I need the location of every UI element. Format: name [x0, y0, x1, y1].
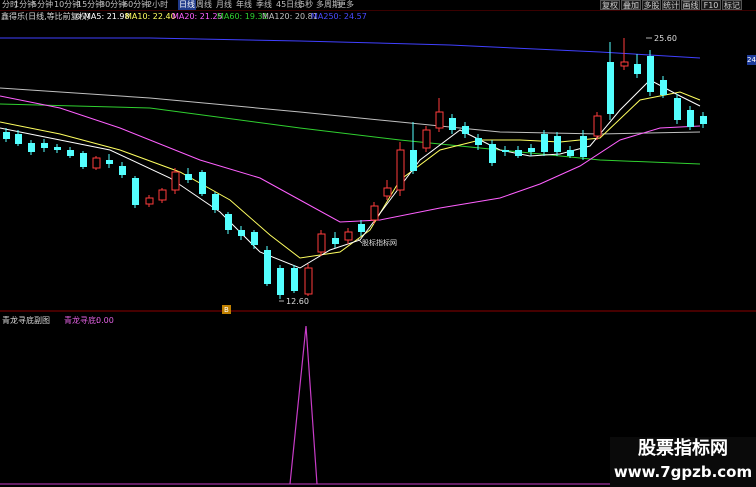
- candle-body: [410, 150, 417, 171]
- candle-body: [158, 189, 167, 201]
- candle-body: [567, 150, 574, 156]
- candle-body: [332, 238, 339, 244]
- candle-body: [264, 250, 271, 284]
- indicator-value: 0.00: [96, 316, 114, 325]
- candle-body: [132, 178, 139, 205]
- sub-panel-title: 青龙寻底副图: [2, 316, 50, 325]
- candle-body: [607, 62, 614, 114]
- candle-body: [304, 267, 313, 295]
- candle-body: [145, 197, 154, 205]
- candle-body: [106, 160, 113, 164]
- candle-body: [449, 118, 456, 130]
- candle-body: [54, 147, 61, 150]
- buy-signal-marker: B: [222, 305, 231, 314]
- candle-body: [15, 134, 22, 144]
- candle-body: [462, 126, 469, 134]
- candle-body: [634, 64, 641, 74]
- candle-body: [344, 231, 353, 241]
- candle-body: [291, 268, 298, 291]
- svg-text:股标指标网: 股标指标网: [362, 238, 397, 247]
- candle-body: [475, 138, 482, 145]
- price-tag: 24: [747, 55, 756, 65]
- ma250-line: [0, 37, 701, 59]
- watermark-url: www.7gpzb.com: [613, 463, 753, 481]
- candle-body: [119, 166, 126, 175]
- candle-body: [489, 144, 496, 163]
- candle-body: [528, 148, 535, 152]
- candle-body: [620, 61, 629, 67]
- candle-body: [435, 111, 444, 129]
- candle-body: [3, 132, 10, 139]
- candle-body: [554, 136, 561, 152]
- candle-body: [370, 205, 379, 221]
- candle-body: [277, 268, 284, 295]
- low-annotation: 12.60: [279, 297, 309, 306]
- candle-body: [199, 172, 206, 194]
- candle-body: [238, 230, 245, 236]
- candle-body: [396, 149, 405, 191]
- candle-body: [541, 134, 548, 152]
- indicator-spike-line: [289, 325, 318, 485]
- high-annotation: 25.60: [646, 34, 677, 43]
- candle-body: [251, 232, 258, 245]
- candle-body: [502, 150, 509, 152]
- high-label: 25.60: [654, 34, 677, 43]
- candle-body: [28, 143, 35, 152]
- candle-body: [515, 150, 522, 156]
- candle-body: [41, 143, 48, 148]
- candle-body: [687, 110, 694, 127]
- candle-body: [674, 98, 681, 120]
- candle-body: [171, 171, 180, 191]
- candle-body: [700, 116, 707, 124]
- watermark-title: 股票指标网: [638, 438, 728, 459]
- candle-body: [67, 150, 74, 156]
- indicator-name: 青龙寻底:: [64, 316, 99, 325]
- site-mark: 股标指标网: [357, 238, 397, 247]
- svg-text:B: B: [224, 306, 229, 314]
- candlesticks: [3, 38, 707, 299]
- candle-body: [92, 157, 101, 169]
- candle-body: [225, 214, 232, 230]
- candle-body: [212, 194, 219, 210]
- low-label: 12.60: [286, 297, 309, 306]
- candle-body: [383, 187, 392, 197]
- candle-body: [358, 224, 365, 232]
- candle-body: [80, 153, 87, 167]
- candle-body: [317, 233, 326, 253]
- candle-body: [185, 174, 192, 180]
- candle-body: [647, 56, 654, 92]
- candle-body: [580, 136, 587, 157]
- candle-body: [660, 80, 667, 95]
- candle-body: [593, 115, 602, 137]
- kline-chart[interactable]: 25.60 12.60 股标指标网 B: [0, 0, 756, 487]
- site-watermark: 股票指标网 www.7gpzb.com: [610, 437, 756, 487]
- candle-body: [422, 129, 431, 149]
